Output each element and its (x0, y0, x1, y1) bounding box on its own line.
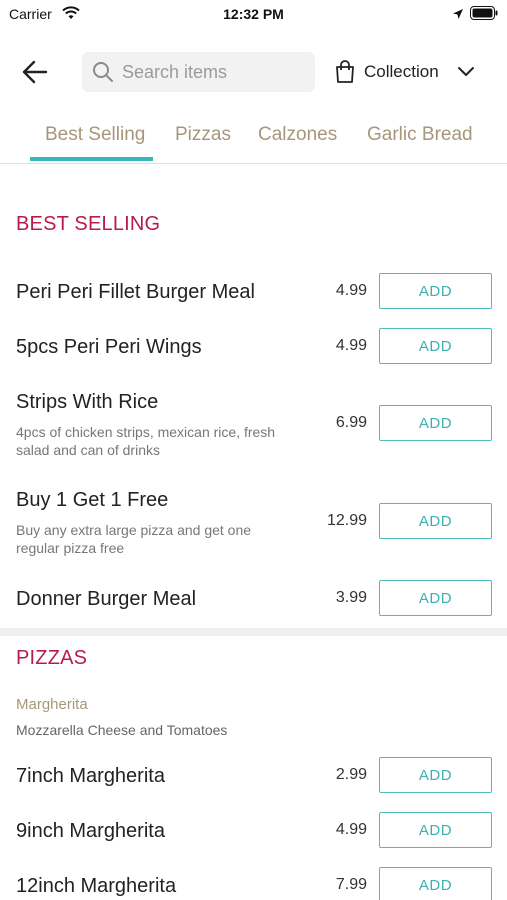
active-tab-indicator (30, 157, 153, 161)
item-price: 2.99 (335, 766, 367, 783)
item-description: 4pcs of chicken strips, mexican rice, fr… (16, 424, 276, 458)
item-name: Peri Peri Fillet Burger Meal (16, 281, 255, 303)
search-icon (93, 62, 113, 82)
add-button[interactable]: ADD (379, 757, 492, 793)
status-bar: Carrier 12:32 PM (0, 0, 507, 30)
item-price: 3.99 (335, 589, 367, 606)
menu-item: 12inch Margherita 7.99 ADD (0, 866, 507, 900)
item-price: 6.99 (335, 414, 367, 431)
item-price: 4.99 (335, 337, 367, 354)
battery-icon (470, 6, 498, 25)
header: Collection (0, 40, 507, 104)
subcategory-description: Mozzarella Cheese and Tomatoes (16, 722, 228, 738)
tab-calzones[interactable]: Calzones (258, 124, 337, 146)
tab-garlic-bread[interactable]: Garlic Bread (367, 124, 473, 146)
add-button[interactable]: ADD (379, 273, 492, 309)
item-name: Donner Burger Meal (16, 588, 197, 610)
item-price: 4.99 (335, 282, 367, 299)
collection-dropdown[interactable]: Collection (334, 52, 475, 92)
item-name: Buy 1 Get 1 Free (16, 489, 169, 511)
item-description: Buy any extra large pizza and get one re… (16, 522, 252, 556)
search-box[interactable] (82, 52, 315, 92)
back-arrow-icon (22, 60, 48, 84)
collection-label: Collection (364, 62, 439, 81)
add-button[interactable]: ADD (379, 867, 492, 900)
item-name: 12inch Margherita (16, 875, 177, 897)
location-arrow-icon (452, 7, 464, 25)
section-divider (0, 628, 507, 636)
add-button[interactable]: ADD (379, 328, 492, 364)
item-name: Strips With Rice (16, 391, 159, 413)
back-button[interactable] (20, 56, 52, 88)
search-input[interactable] (122, 61, 302, 83)
item-price: 7.99 (335, 876, 367, 893)
section-title-best-selling: BEST SELLING (16, 213, 161, 235)
item-price: 12.99 (326, 512, 367, 529)
add-button[interactable]: ADD (379, 580, 492, 616)
chevron-down-icon (457, 67, 474, 76)
shopping-bag-icon (336, 60, 354, 83)
section-title-pizzas: PIZZAS (16, 647, 88, 669)
item-price: 4.99 (335, 821, 367, 838)
add-button[interactable]: ADD (379, 812, 492, 848)
tab-best-selling[interactable]: Best Selling (45, 124, 145, 146)
item-name: 7inch Margherita (16, 765, 165, 787)
subcategory-title: Margherita (16, 696, 88, 713)
item-name: 5pcs Peri Peri Wings (16, 336, 202, 358)
status-time: 12:32 PM (223, 6, 284, 22)
add-button[interactable]: ADD (379, 405, 492, 441)
add-button[interactable]: ADD (379, 503, 492, 539)
tab-pizzas[interactable]: Pizzas (175, 124, 231, 146)
item-name: 9inch Margherita (16, 820, 165, 842)
